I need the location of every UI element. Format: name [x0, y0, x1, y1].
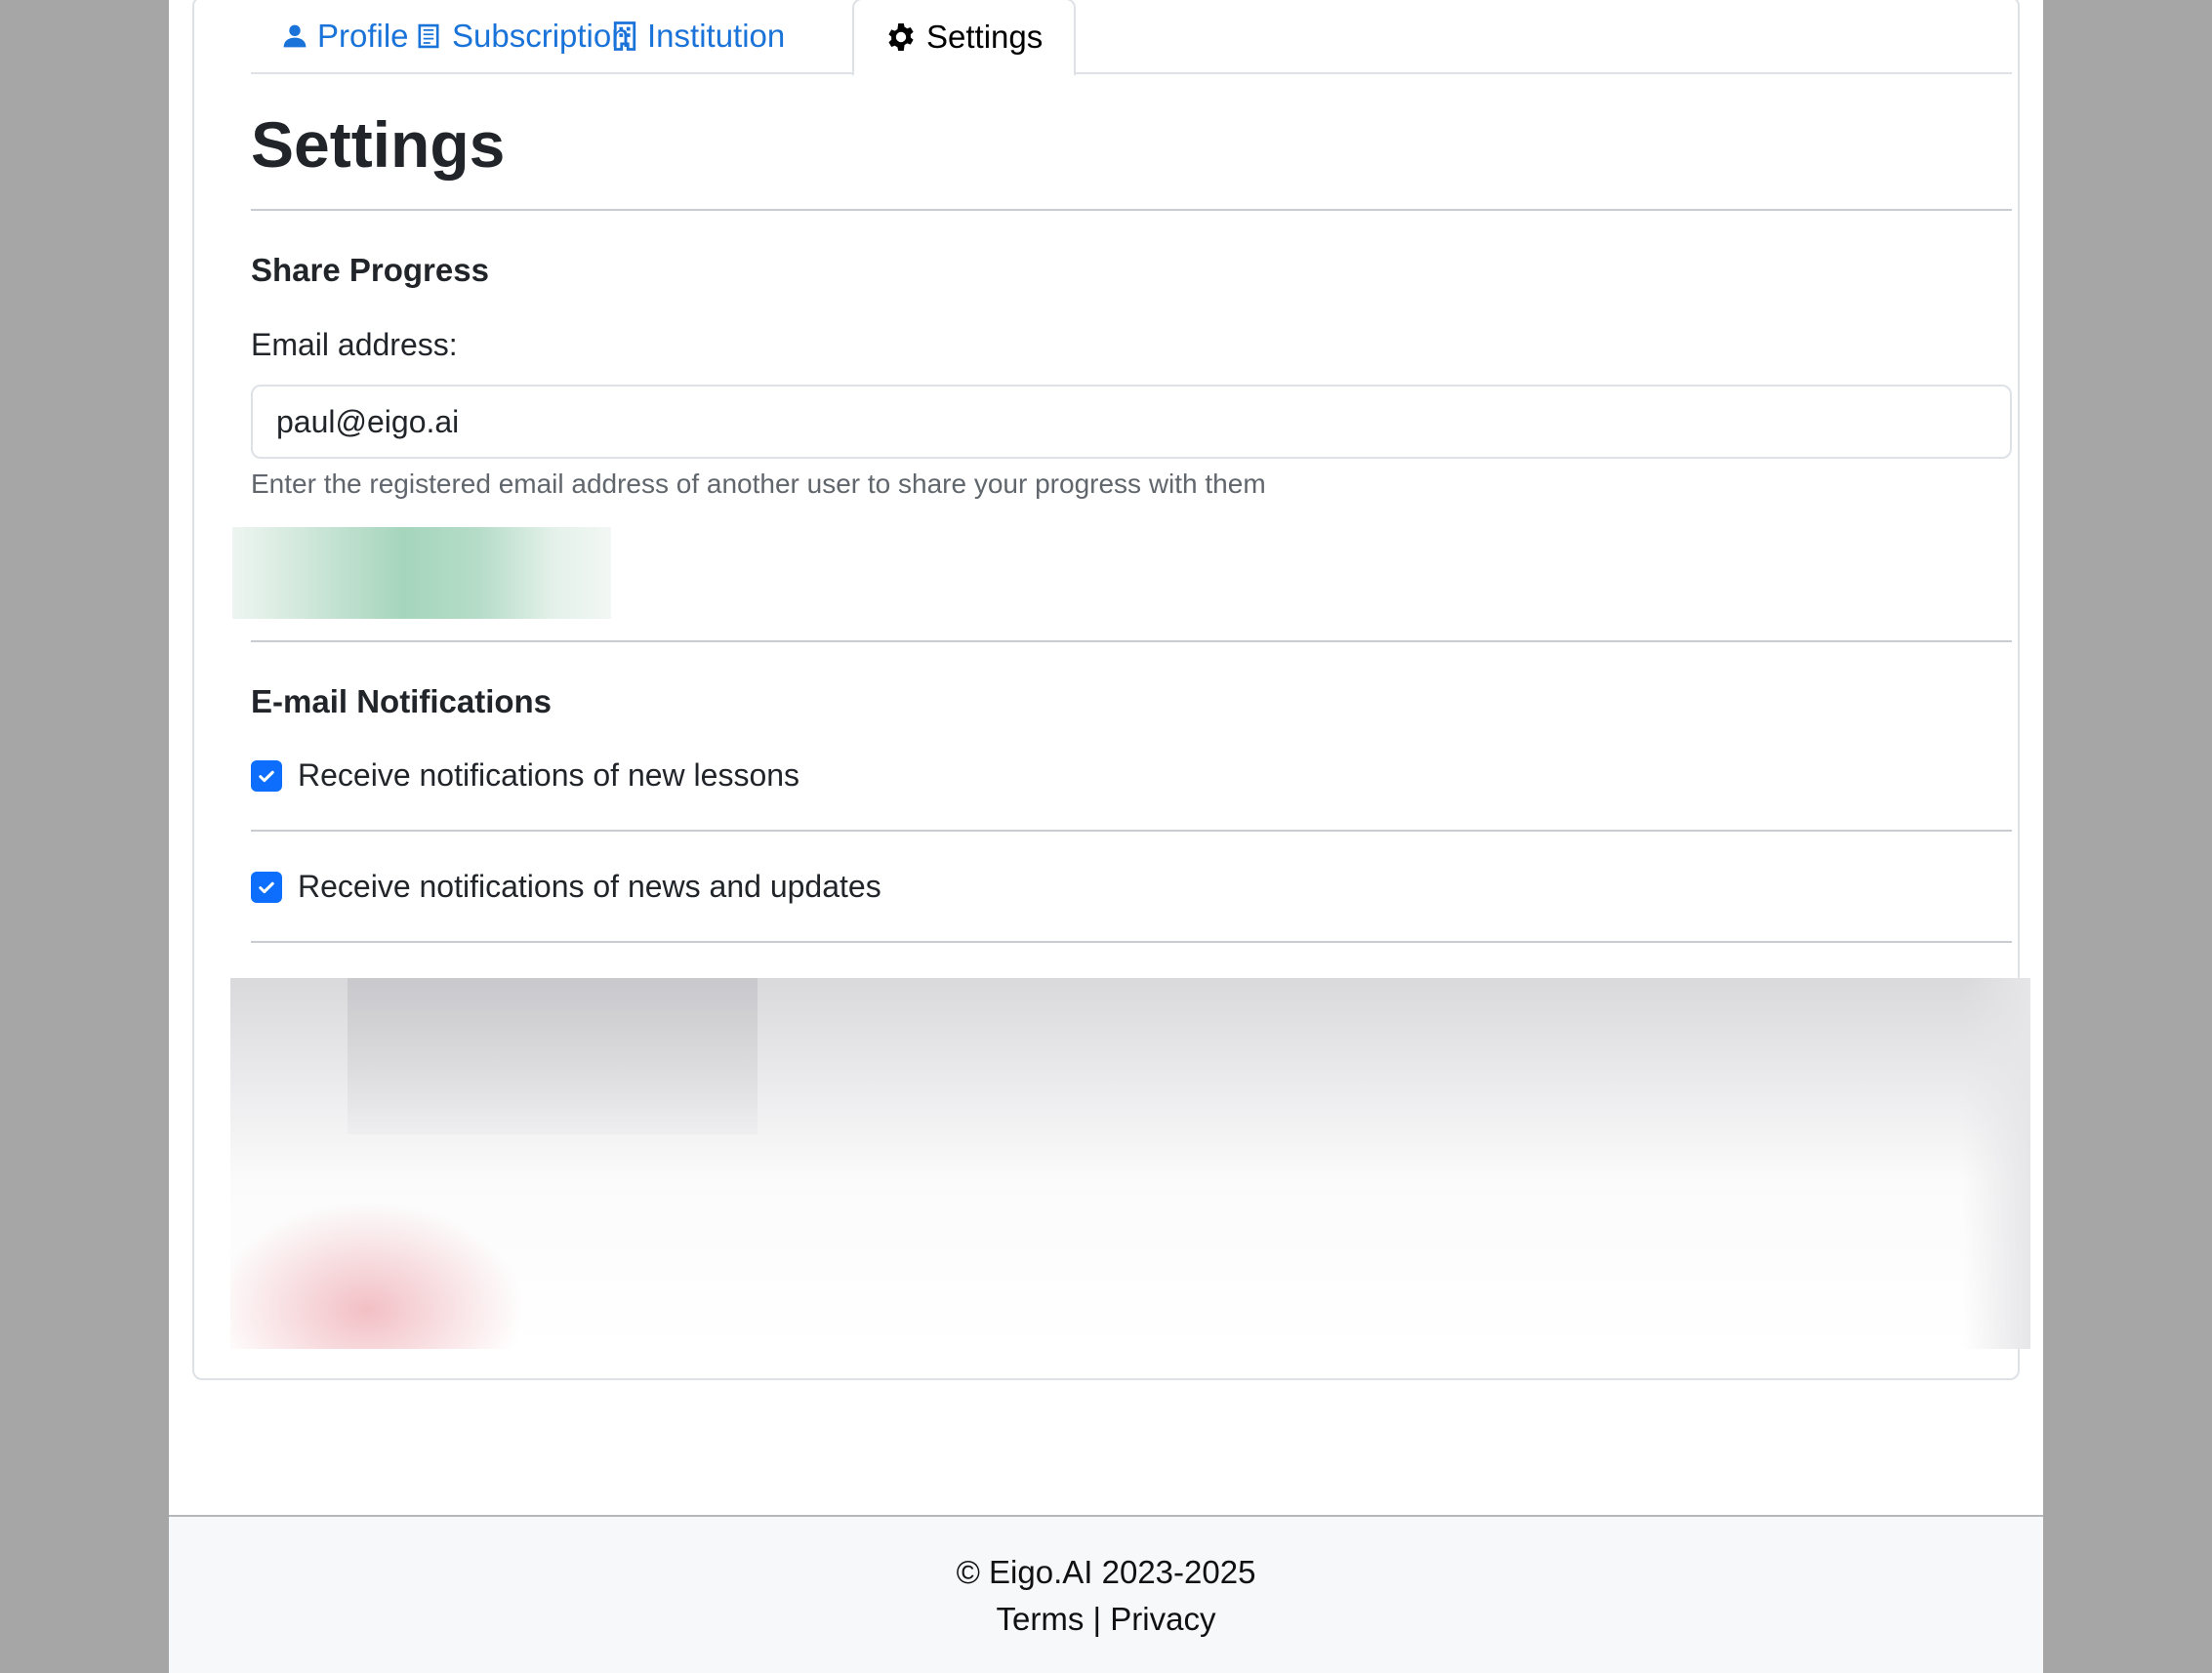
notification-new-lessons[interactable]: Receive notifications of new lessons — [251, 757, 799, 794]
share-progress-title: Share Progress — [251, 252, 489, 288]
redacted-edge — [1962, 978, 2030, 1349]
save-button-redacted[interactable] — [232, 527, 611, 619]
gear-icon — [888, 23, 914, 51]
checkbox-label: Receive notifications of new lessons — [298, 757, 800, 793]
redacted-panel — [230, 978, 2030, 1349]
settings-card: Profile Subscription Institution Setting… — [192, 0, 2030, 1380]
copyright-text: © Eigo.AI 2023-2025 — [956, 1554, 1256, 1590]
privacy-link[interactable]: Privacy — [1110, 1601, 1215, 1637]
checkbox-label: Receive notifications of news and update… — [298, 869, 881, 904]
tab-label: Institution — [647, 18, 786, 54]
divider — [251, 941, 2012, 943]
tab-label: Settings — [926, 19, 1044, 55]
divider — [251, 830, 2012, 832]
email-field[interactable] — [251, 385, 2012, 459]
check-icon — [259, 770, 274, 782]
page: Profile Subscription Institution Setting… — [169, 0, 2043, 1673]
link-separator: | — [1092, 1601, 1102, 1637]
redacted-block — [348, 978, 758, 1134]
checkbox-new-lessons[interactable] — [251, 759, 282, 792]
tab-bar: Profile Subscription Institution Setting… — [251, 0, 2012, 76]
notification-news-updates[interactable]: Receive notifications of news and update… — [251, 869, 881, 905]
divider — [251, 640, 2012, 642]
email-help-text: Enter the registered email address of an… — [251, 469, 1266, 499]
divider — [251, 209, 2012, 211]
page-title: Settings — [251, 108, 506, 181]
checkbox-news-updates[interactable] — [251, 871, 282, 903]
terms-link[interactable]: Terms — [997, 1601, 1085, 1637]
tab-settings[interactable]: Settings — [852, 0, 1077, 76]
person-icon — [283, 24, 307, 48]
email-notifications-title: E-mail Notifications — [251, 683, 553, 719]
footer: © Eigo.AI 2023-2025 Terms | Privacy — [169, 1515, 2043, 1673]
footer-links: Terms | Privacy — [169, 1601, 2043, 1638]
receipt-icon — [418, 23, 439, 49]
tab-institution[interactable]: Institution — [581, 0, 816, 74]
check-icon — [259, 881, 274, 893]
building-icon — [613, 21, 636, 51]
email-label: Email address: — [251, 327, 458, 362]
